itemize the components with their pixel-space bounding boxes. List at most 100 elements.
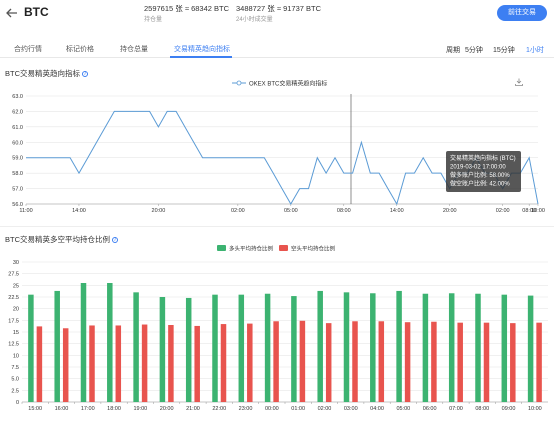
back-arrow-icon[interactable] [5,6,19,20]
x-tick-label: 00:00 [265,406,279,412]
y-tick-label: 27.5 [8,272,19,278]
x-tick-label: 16:00 [55,406,69,412]
x-tick-label: 02:00 [318,406,332,412]
bar-long [343,292,350,402]
trend-indicator-chart: OKEX BTC交易精英趋向指标56.057.058.059.060.061.0… [12,80,545,215]
bar-long [28,294,34,402]
bar-short [352,321,358,402]
bar-short [273,321,279,402]
tab-elite-trend-indicator[interactable]: 交易精英趋向指标 [174,44,230,54]
y-tick-label: 12.5 [8,342,19,348]
bar-long [317,290,323,402]
bar-short [62,328,69,402]
y-tick-label: 58.0 [12,171,23,177]
legend-marker [236,80,242,86]
bar-long [291,296,297,402]
x-tick-label: 11:00 [19,208,32,214]
y-tick-label: 0 [16,400,19,406]
bar-short [325,323,332,402]
bar-short [378,321,385,402]
x-tick-label: 01:00 [291,406,305,412]
y-tick-label: 30 [13,260,19,266]
bar-short [299,320,306,402]
tab-mark-price[interactable]: 标记价格 [66,44,94,54]
bar-short [510,323,516,402]
bar-long [238,294,245,402]
tab-open-interest[interactable]: 持仓总量 [120,44,148,54]
tab-contract-market[interactable]: 合约行情 [14,44,42,54]
y-tick-label: 63.0 [12,94,23,100]
x-tick-label: 09:00 [502,406,516,412]
bar-long [475,293,481,402]
bar-short [168,325,174,402]
bar-short [89,325,95,402]
x-tick-label: 07:00 [449,406,463,412]
y-tick-label: 2.5 [11,388,19,394]
page-title: BTC [24,5,49,19]
x-tick-label: 22:00 [212,406,226,412]
tooltip-short: 做空账户比例: 42.00% [450,180,510,188]
y-tick-label: 61.0 [12,125,23,131]
bar-long [212,294,218,402]
bar-long [264,293,271,402]
active-tab-indicator [170,56,232,58]
bar-long [370,293,376,402]
bar-short [457,322,463,402]
open-interest-label: 持仓量 [144,17,163,23]
period-1hour[interactable]: 1小时 [526,45,544,55]
x-tick-label: 05:00 [396,406,410,412]
bar-long [133,292,139,402]
bar-long [527,295,534,402]
y-tick-label: 15 [13,330,19,336]
bar-long [448,293,455,402]
y-tick-label: 59.0 [12,156,23,162]
bar-long [80,283,87,402]
volume-24h-label: 24小时成交量 [236,17,273,23]
period-15min[interactable]: 15分钟 [493,45,515,55]
header-bar: BTC 2597615 张 ≈ 68342 BTC 持仓量 3488727 张 … [0,0,554,30]
bar-long [422,293,429,402]
y-tick-label: 7.5 [11,365,19,371]
y-tick-label: 25 [13,283,19,289]
section-divider [0,226,554,227]
x-tick-label: 21:00 [186,406,200,412]
bar-short [483,322,490,402]
x-tick-label: 08:00 [337,208,351,214]
bar-short [247,323,253,402]
x-tick-label: 19:00 [133,406,147,412]
bar-long [54,290,60,402]
y-tick-label: 60.0 [12,140,23,146]
x-tick-label: 02:00 [231,208,245,214]
tooltip-time: 2019-03-02 17:00:00 [450,165,506,171]
x-tick-label: 18:00 [107,406,121,412]
bar-short [431,321,437,402]
bar-short [36,326,43,402]
x-tick-label: 10:00 [528,406,542,412]
x-tick-label: 15:00 [28,406,42,412]
period-label: 周期 [446,47,460,54]
y-tick-label: 22.5 [8,295,19,301]
go-trade-button[interactable]: 前往交易 [497,5,547,21]
bar-long [501,294,508,402]
long-short-ratio-chart: 多头平均持仓比例 空头平均持仓比例 0 2.5 5.0 7.5 10 12.5 15 17.5 20… [8,245,548,412]
x-tick-label: 04:00 [370,406,384,412]
open-interest-value: 2597615 张 ≈ 68342 BTC [144,4,230,13]
legend-swatch-long [217,245,226,251]
tooltip-long: 做多账户比例: 58.00% [450,171,510,179]
bar-long [185,297,192,402]
y-tick-label: 17.5 [8,318,19,324]
period-5min[interactable]: 5分钟 [465,45,483,55]
x-tick-label: 10:00 [531,208,545,214]
x-tick-label: 14:00 [72,208,86,214]
y-tick-label: 62.0 [12,109,23,115]
legend-label-long: 多头平均持仓比例 [229,245,274,253]
bar-short [141,324,148,402]
y-tick-label: 57.0 [12,187,23,193]
bar-long [107,283,113,402]
y-tick-label: 10 [13,353,19,359]
x-tick-label: 20:00 [443,208,457,214]
bar-long [159,297,166,402]
x-tick-label: 06:00 [423,406,437,412]
legend-label-short: 空头平均持仓比例 [291,245,336,253]
chart-tooltip: 交易精英趋向指标 (BTC) 2019-03-02 17:00:00做多账户比例:… [446,151,521,192]
